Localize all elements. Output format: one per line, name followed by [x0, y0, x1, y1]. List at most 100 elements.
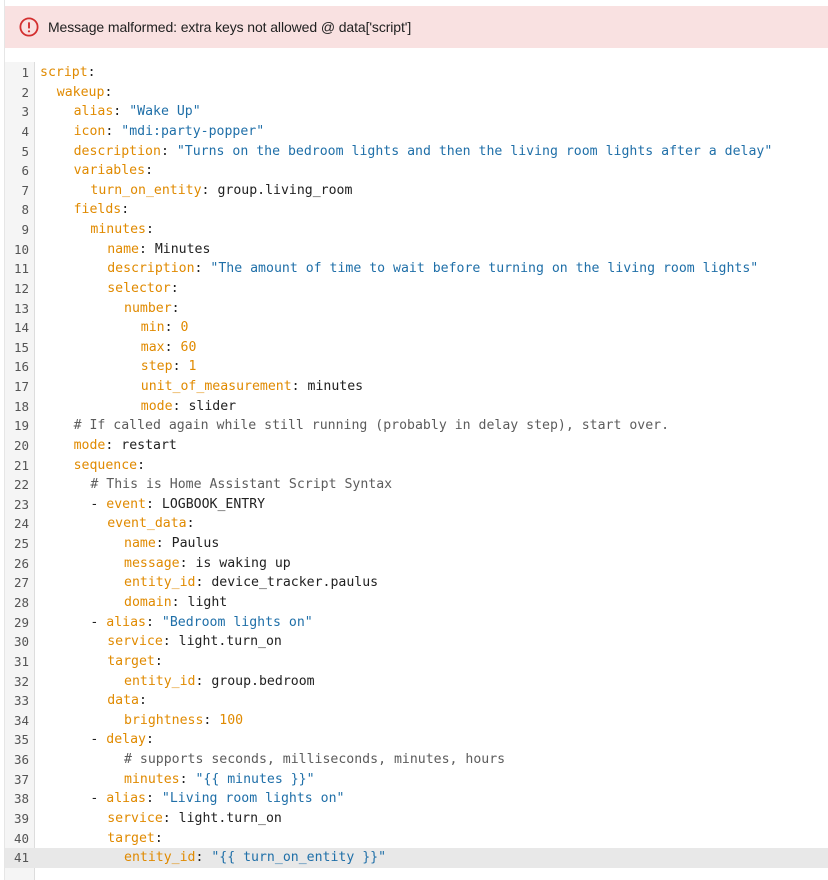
line-number: 23 — [13, 496, 29, 512]
code-line[interactable]: 18 mode: slider — [5, 397, 828, 417]
token-key: target — [107, 653, 155, 669]
line-number: 31 — [13, 653, 29, 669]
token-key: selector — [107, 280, 171, 296]
token-punct: : — [186, 516, 195, 532]
token-key: description — [107, 261, 195, 277]
token-key: entity_id — [124, 673, 196, 689]
code-line[interactable]: 23 - event: LOGBOOK_ENTRY — [5, 495, 828, 515]
token-key: min — [140, 320, 165, 336]
line-content: min: 0 — [141, 318, 189, 338]
token-str: "The amount of time to wait before turni… — [210, 261, 759, 277]
token-key: icon — [73, 123, 106, 139]
token-punct: : — [171, 300, 180, 316]
code-line[interactable]: 29 - alias: "Bedroom lights on" — [5, 613, 828, 633]
yaml-code-editor[interactable]: 1 script: 2 wakeup: 3 alias: "Wake Up" 4 icon: … — [5, 62, 828, 880]
token-key: turn_on_entity — [90, 182, 202, 198]
code-line[interactable]: 13 number: — [5, 299, 828, 319]
line-content: - event: LOGBOOK_ENTRY — [90, 495, 265, 515]
code-line[interactable]: 11 description: "The amount of time to wa… — [5, 259, 828, 279]
token-punct: : — [194, 261, 211, 277]
line-number: 29 — [13, 614, 29, 630]
token-plain: light.turn_on — [178, 810, 282, 826]
code-line[interactable]: 3 alias: "Wake Up" — [5, 102, 828, 122]
token-key: minutes — [124, 771, 180, 787]
code-line[interactable]: 25 name: Paulus — [5, 534, 828, 554]
line-content: minutes: — [90, 220, 154, 240]
code-line[interactable]: 19 # If called again while still running … — [5, 416, 828, 436]
line-content: message: is waking up — [124, 554, 291, 574]
code-line[interactable]: 40 target: — [5, 829, 828, 849]
line-content: step: 1 — [141, 357, 197, 377]
code-line[interactable]: 5 description: "Turns on the bedroom ligh… — [5, 142, 828, 162]
code-line[interactable]: 28 domain: light — [5, 593, 828, 613]
token-plain: is waking up — [195, 555, 291, 571]
token-key: brightness — [124, 712, 204, 728]
line-content: target: — [107, 829, 163, 849]
line-content: fields: — [74, 200, 130, 220]
code-line[interactable]: 36 # supports seconds, milliseconds, minu… — [5, 750, 828, 770]
token-punct: : — [162, 810, 179, 826]
line-number: 13 — [13, 300, 29, 316]
code-line[interactable]: 37 minutes: "{{ minutes }}" — [5, 770, 828, 790]
code-line[interactable]: 17 unit_of_measurement: minutes — [5, 377, 828, 397]
token-plain: device_tracker.paulus — [211, 575, 379, 591]
line-number: 17 — [13, 379, 29, 395]
code-line[interactable]: 7 turn_on_entity: group.living_room — [5, 181, 828, 201]
line-number: 20 — [13, 437, 29, 453]
line-content: turn_on_entity: group.living_room — [90, 181, 352, 201]
token-punct: : — [201, 182, 218, 198]
line-number: 30 — [13, 634, 29, 650]
code-line[interactable]: 33 data: — [5, 691, 828, 711]
token-plain: group.living_room — [217, 182, 353, 198]
token-punct: : — [137, 457, 146, 473]
line-content: event_data: — [107, 514, 194, 534]
token-key: mode — [73, 437, 106, 453]
token-punct: : — [171, 595, 188, 610]
code-line[interactable]: 39 service: light.turn_on — [5, 809, 828, 829]
line-content: - alias: "Living room lights on" — [90, 789, 344, 809]
token-str: "Living room lights on" — [161, 791, 345, 807]
code-line[interactable]: 10 name: Minutes — [5, 240, 828, 260]
code-line[interactable]: 35 - delay: — [5, 730, 828, 750]
code-line[interactable]: 34 brightness: 100 — [5, 711, 828, 731]
code-line[interactable]: 4 icon: "mdi:party-popper" — [5, 122, 828, 142]
code-line[interactable]: 24 event_data: — [5, 514, 828, 534]
token-key: message — [124, 555, 180, 571]
code-line[interactable]: 30 service: light.turn_on — [5, 632, 828, 652]
token-key: entity_id — [124, 850, 196, 866]
code-line[interactable]: 20 mode: restart — [5, 436, 828, 456]
token-plain: slider — [188, 398, 237, 414]
code-line[interactable]: 8 fields: — [5, 200, 828, 220]
token-punct: : — [172, 359, 189, 375]
code-line[interactable]: 9 minutes: — [5, 220, 828, 240]
token-num: 1 — [188, 359, 197, 375]
token-punct: : — [154, 830, 163, 846]
code-line[interactable]: 12 selector: — [5, 279, 828, 299]
code-line[interactable]: 14 min: 0 — [5, 318, 828, 338]
token-key: alias — [106, 791, 146, 807]
code-line[interactable]: 2 wakeup: — [5, 83, 828, 103]
token-key: target — [107, 830, 155, 846]
line-number: 41 — [13, 850, 29, 866]
code-line[interactable]: 27 entity_id: device_tracker.paulus — [5, 573, 828, 593]
code-line[interactable]: 16 step: 1 — [5, 357, 828, 377]
line-number: 32 — [13, 673, 29, 689]
code-line[interactable]: 41 entity_id: "{{ turn_on_entity }}" — [5, 848, 828, 868]
code-line[interactable]: 26 message: is waking up — [5, 554, 828, 574]
token-punct: : — [145, 791, 162, 807]
code-line[interactable]: 6 variables: — [5, 161, 828, 181]
line-number: 35 — [13, 732, 29, 748]
code-line[interactable]: 21 sequence: — [5, 456, 828, 476]
token-punct: : — [145, 496, 162, 512]
line-number: 8 — [21, 202, 29, 218]
line-number: 37 — [13, 771, 29, 787]
code-line[interactable]: 22 # This is Home Assistant Script Syntax — [5, 475, 828, 495]
code-line[interactable]: 15 max: 60 — [5, 338, 828, 358]
code-line[interactable]: 38 - alias: "Living room lights on" — [5, 789, 828, 809]
code-line[interactable]: 32 entity_id: group.bedroom — [5, 672, 828, 692]
line-number: 10 — [13, 241, 29, 257]
code-line[interactable]: 31 target: — [5, 652, 828, 672]
code-line[interactable]: 1 script: — [5, 63, 828, 83]
token-key: script — [40, 65, 88, 80]
token-punct: : — [145, 732, 154, 748]
